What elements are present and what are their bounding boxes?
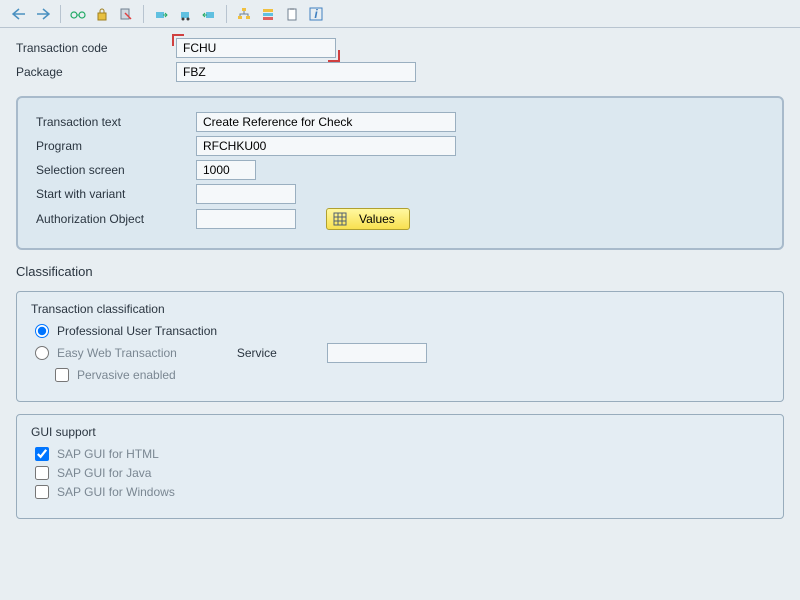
program-label: Program [36, 139, 196, 153]
start-with-variant-row: Start with variant [36, 184, 764, 204]
toolbar-divider [226, 5, 227, 23]
info-icon[interactable]: i [305, 4, 327, 24]
package-input[interactable] [176, 62, 416, 82]
back-icon[interactable] [8, 4, 30, 24]
professional-radio[interactable] [35, 324, 49, 338]
gui-windows-row: SAP GUI for Windows [35, 485, 769, 499]
transport-icon[interactable] [174, 4, 196, 24]
table-icon [333, 212, 347, 226]
service-label: Service [237, 346, 327, 360]
gui-support-group: GUI support SAP GUI for HTML SAP GUI for… [16, 414, 784, 519]
easy-web-radio-label: Easy Web Transaction [57, 346, 177, 360]
transaction-code-label: Transaction code [16, 41, 176, 55]
gui-java-row: SAP GUI for Java [35, 466, 769, 480]
paste-icon[interactable] [115, 4, 137, 24]
glasses-icon[interactable] [67, 4, 89, 24]
package-row: Package [16, 62, 784, 82]
gui-java-checkbox[interactable] [35, 466, 49, 480]
transaction-classification-group: Transaction classification Professional … [16, 291, 784, 402]
selection-screen-label: Selection screen [36, 163, 196, 177]
package-label: Package [16, 65, 176, 79]
selection-screen-row: Selection screen [36, 160, 764, 180]
transaction-code-input[interactable] [176, 38, 336, 58]
content-area: Transaction code Package Transaction tex… [0, 28, 800, 600]
toolbar-divider [143, 5, 144, 23]
transaction-text-row: Transaction text [36, 112, 764, 132]
transaction-text-label: Transaction text [36, 115, 196, 129]
values-button[interactable]: Values [326, 208, 410, 230]
start-with-variant-input[interactable] [196, 184, 296, 204]
transport-in-icon[interactable] [150, 4, 172, 24]
professional-radio-row: Professional User Transaction [35, 324, 769, 338]
gui-html-label: SAP GUI for HTML [57, 447, 159, 461]
program-row: Program [36, 136, 764, 156]
values-button-label: Values [359, 212, 395, 226]
professional-radio-label: Professional User Transaction [57, 324, 217, 338]
pervasive-checkbox-label: Pervasive enabled [77, 368, 176, 382]
hierarchy-icon[interactable] [233, 4, 255, 24]
clipboard-icon[interactable] [281, 4, 303, 24]
toolbar-divider [60, 5, 61, 23]
program-input[interactable] [196, 136, 456, 156]
gui-html-checkbox[interactable] [35, 447, 49, 461]
start-with-variant-label: Start with variant [36, 187, 196, 201]
easy-web-radio[interactable] [35, 346, 49, 360]
gui-windows-checkbox[interactable] [35, 485, 49, 499]
transaction-code-highlight [176, 38, 336, 58]
forward-icon[interactable] [32, 4, 54, 24]
details-panel: Transaction text Program Selection scree… [16, 96, 784, 250]
authorization-object-row: Authorization Object Values [36, 208, 764, 230]
gui-windows-label: SAP GUI for Windows [57, 485, 175, 499]
toolbar: i [0, 0, 800, 28]
pervasive-checkbox[interactable] [55, 368, 69, 382]
transport-out-icon[interactable] [198, 4, 220, 24]
gui-support-title: GUI support [31, 425, 769, 439]
gui-java-label: SAP GUI for Java [57, 466, 151, 480]
svg-text:i: i [314, 7, 318, 21]
gui-html-row: SAP GUI for HTML [35, 447, 769, 461]
authorization-object-label: Authorization Object [36, 212, 196, 226]
easy-web-radio-row: Easy Web Transaction Service [35, 343, 769, 363]
transaction-code-row: Transaction code [16, 38, 784, 58]
service-input[interactable] [327, 343, 427, 363]
pervasive-check-row: Pervasive enabled [55, 368, 769, 382]
transaction-text-input[interactable] [196, 112, 456, 132]
transaction-classification-title: Transaction classification [31, 302, 769, 316]
selection-screen-input[interactable] [196, 160, 256, 180]
lock-icon[interactable] [91, 4, 113, 24]
classification-title: Classification [16, 264, 784, 279]
authorization-object-input[interactable] [196, 209, 296, 229]
stack-icon[interactable] [257, 4, 279, 24]
